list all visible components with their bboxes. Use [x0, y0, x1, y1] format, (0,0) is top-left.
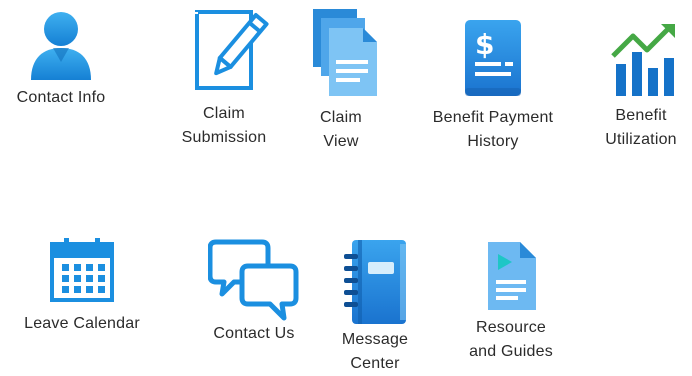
pencil-edit-icon — [192, 10, 269, 90]
tile-benefit-utilization[interactable]: Benefit Utilization — [590, 22, 692, 152]
tile-label: Resource and Guides — [469, 319, 553, 360]
video-document-icon — [488, 242, 536, 310]
tile-label: Claim View — [320, 109, 362, 150]
person-icon — [31, 12, 91, 80]
tile-label: Claim Submission — [181, 105, 267, 146]
tile-label: Benefit Utilization — [605, 107, 677, 148]
tile-contact-info[interactable]: Contact Info — [0, 10, 122, 110]
tile-benefit-payment-history[interactable]: $ Benefit Payment History — [418, 18, 568, 154]
tile-label: Contact Info — [16, 89, 106, 106]
tile-label: Contact Us — [213, 325, 295, 342]
documents-stack-icon — [313, 9, 377, 96]
tile-claim-submission[interactable]: Claim Submission — [166, 10, 282, 150]
tile-resource-and-guides[interactable]: Resource and Guides — [448, 240, 574, 364]
tile-leave-calendar[interactable]: Leave Calendar — [0, 236, 164, 336]
tile-label: Message Center — [341, 331, 409, 372]
calendar-icon — [50, 238, 114, 302]
bar-chart-trend-icon — [611, 24, 675, 96]
tile-claim-view[interactable]: Claim View — [296, 8, 386, 154]
tile-label: Benefit Payment History — [432, 109, 554, 150]
dollar-document-icon: $ — [465, 20, 521, 96]
tile-contact-us[interactable]: Contact Us — [196, 236, 312, 346]
notebook-icon — [344, 240, 406, 324]
tile-label: Leave Calendar — [24, 315, 140, 332]
tile-message-center[interactable]: Message Center — [330, 238, 420, 376]
speech-bubbles-icon — [208, 239, 299, 321]
svg-text:$: $ — [475, 28, 494, 61]
